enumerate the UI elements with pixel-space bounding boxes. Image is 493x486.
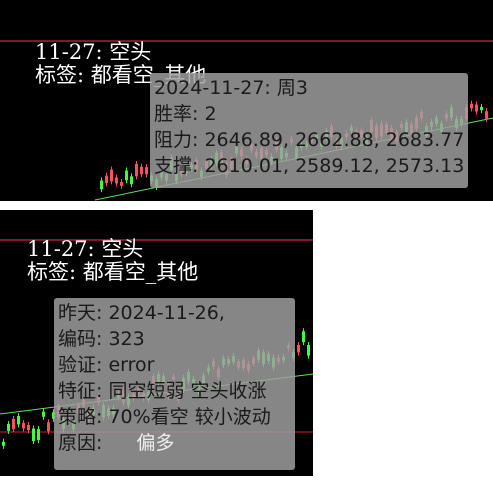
candle-body — [130, 176, 133, 185]
candle-body — [100, 180, 103, 190]
tooltip-top: 2024-11-27: 周3 胜率: 2 阻力: 2646.89, 2662.8… — [150, 73, 468, 188]
candle-body — [307, 344, 310, 356]
tooltip-code: 编码: 323 — [58, 328, 145, 350]
tooltip-bottom: 昨天: 2024-11-26, 编码: 323 验证: error 特征: 同空… — [54, 298, 295, 470]
candle-body — [37, 429, 40, 441]
candle-body — [470, 103, 473, 109]
chart-panel-bottom: 11-27: 空头 标签: 都看空_其他 昨天: 2024-11-26, 编码:… — [0, 210, 313, 476]
tooltip-win-rate: 胜率: 2 — [154, 103, 217, 125]
candle-body — [145, 167, 148, 175]
candle-body — [32, 428, 35, 441]
candle-body — [42, 411, 45, 417]
tooltip-support: 支撑: 2610.01, 2589.12, 2573.13 — [154, 155, 465, 177]
tooltip-reason-label: 原因: — [58, 432, 103, 454]
tooltip-reason: 原因: 偏多 — [58, 430, 291, 456]
candle-body — [485, 111, 488, 119]
tooltip-yesterday: 昨天: 2024-11-26, — [58, 302, 225, 324]
candle-body — [120, 182, 123, 186]
header-tag: 标签: 都看空_其他 — [27, 260, 199, 284]
candle-body — [105, 175, 108, 184]
candle-body — [302, 331, 305, 343]
candle-body — [480, 106, 483, 111]
tooltip-date: 2024-11-27: 周3 — [154, 77, 308, 99]
tooltip-feature: 特征: 同空短弱 空头收涨 — [58, 380, 267, 402]
candle-body — [115, 177, 118, 184]
header-date-signal: 11-27: 空头 — [27, 237, 144, 261]
header-date-signal: 11-27: 空头 — [35, 40, 152, 64]
chart-panel-top: 11-27: 空头 标签: 都看空_其他 2024-11-27: 周3 胜率: … — [0, 0, 493, 201]
candle-body — [27, 424, 30, 431]
candle-body — [2, 441, 5, 446]
candle-body — [110, 169, 113, 182]
tooltip-reason-extra: 偏多 — [136, 432, 175, 454]
tooltip-verify: 验证: error — [58, 354, 155, 376]
tooltip-strategy: 策略: 70%看空 较小波动 — [58, 406, 271, 428]
candle-body — [17, 416, 20, 425]
candle-body — [47, 422, 50, 432]
candle-body — [475, 104, 478, 112]
candle-body — [7, 423, 10, 431]
candle-body — [12, 418, 15, 430]
candle-body — [140, 166, 143, 175]
candle-body — [297, 345, 300, 353]
tooltip-resistance: 阻力: 2646.89, 2662.88, 2683.77 — [154, 129, 465, 151]
candle-body — [22, 423, 25, 429]
candle-body — [135, 163, 138, 177]
candle-body — [125, 170, 128, 181]
